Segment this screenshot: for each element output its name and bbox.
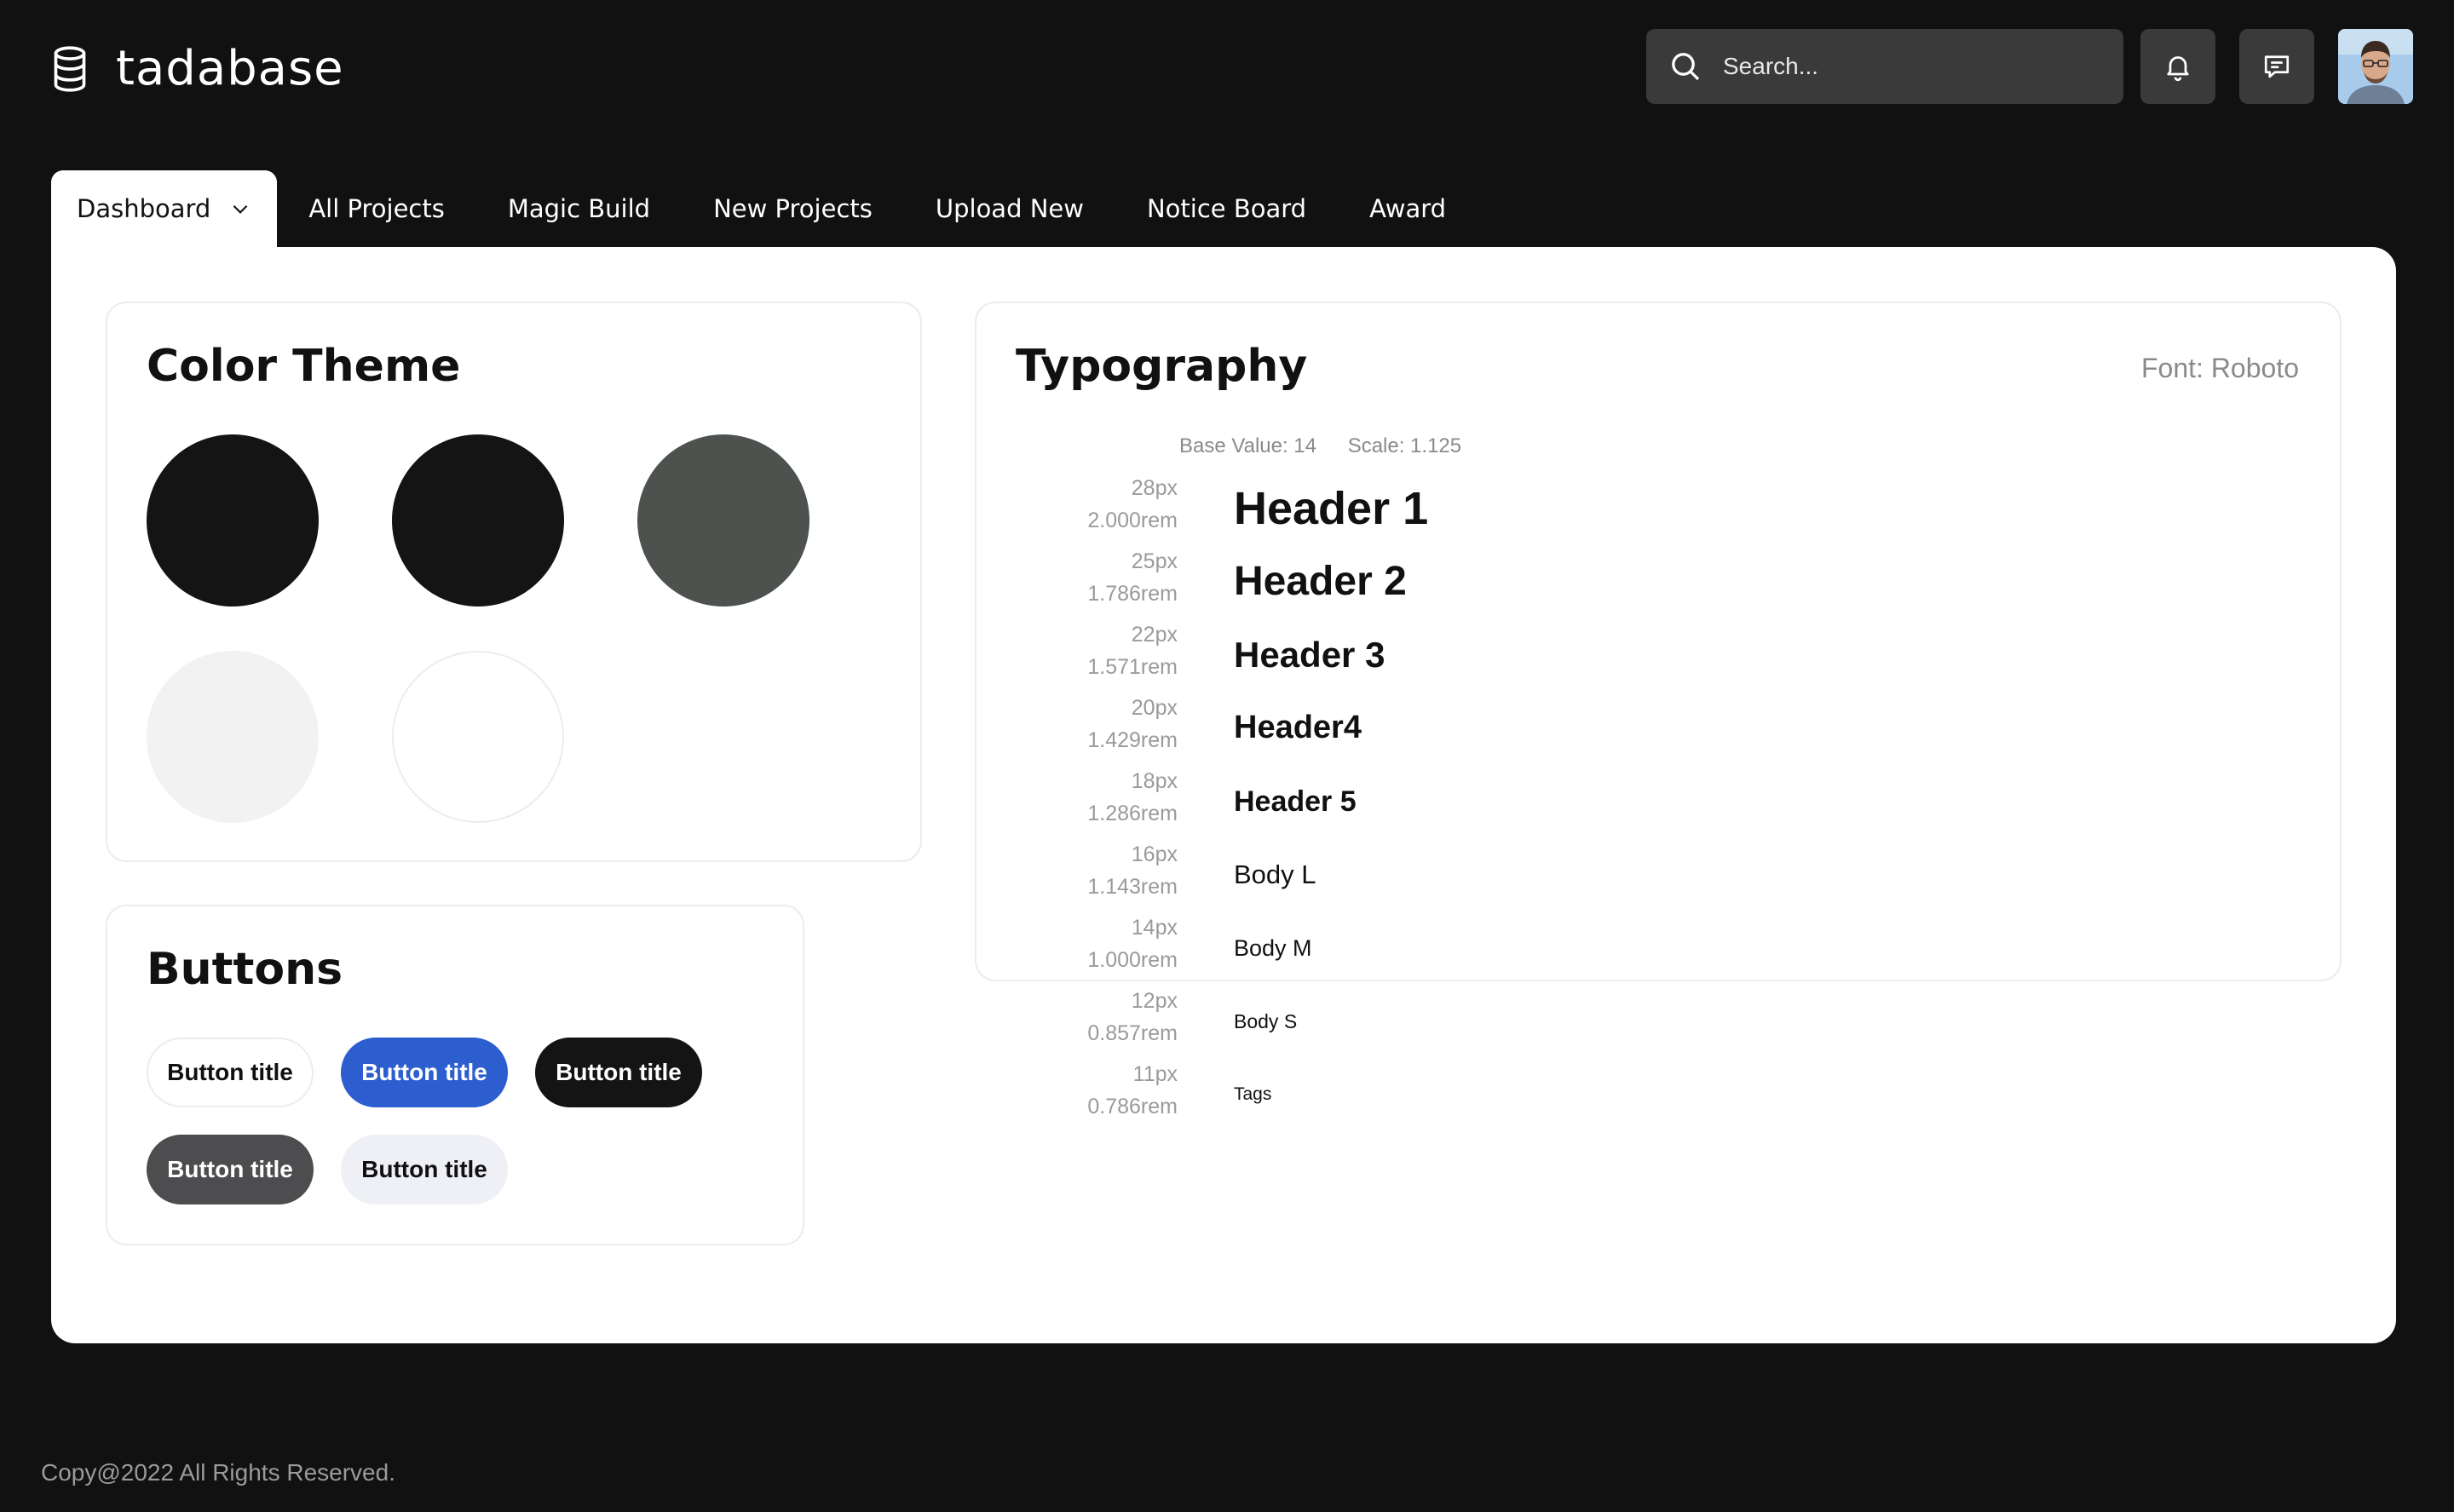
tab-label: Magic Build — [507, 194, 651, 223]
tab-label: All Projects — [308, 194, 445, 223]
tab-label: Upload New — [935, 194, 1084, 223]
type-row: 25px 1.786rem Header 2 — [1031, 545, 2309, 618]
type-rem-value: 1.286rem — [1087, 802, 1178, 825]
user-avatar[interactable] — [2338, 29, 2413, 104]
type-sample: Header 5 — [1234, 785, 1357, 818]
type-row: 14px 1.000rem Body M — [1031, 911, 2309, 985]
type-px-value: 11px — [1132, 1062, 1178, 1086]
color-theme-card: Color Theme — [106, 302, 922, 862]
type-rem-value: 1.429rem — [1087, 728, 1178, 752]
type-size-meta: 20px 1.429rem — [1031, 692, 1178, 756]
brand-name: tadabase — [116, 41, 344, 96]
type-rem-value: 1.786rem — [1087, 582, 1178, 606]
type-size-meta: 22px 1.571rem — [1031, 618, 1178, 683]
type-px-value: 14px — [1131, 916, 1178, 940]
color-swatch-2[interactable] — [392, 434, 564, 607]
tab-label: New Projects — [713, 194, 873, 223]
tab-award[interactable]: Award — [1338, 170, 1478, 247]
color-swatch-3[interactable] — [637, 434, 809, 607]
type-sample: Body L — [1234, 859, 1316, 890]
type-row: 22px 1.571rem Header 3 — [1031, 618, 2309, 692]
tab-label: Dashboard — [77, 194, 211, 223]
top-bar: tadabase — [0, 0, 2454, 132]
notifications-button[interactable] — [2140, 29, 2215, 104]
type-size-meta: 25px 1.786rem — [1031, 545, 1178, 610]
database-icon — [54, 45, 86, 92]
messages-button[interactable] — [2239, 29, 2314, 104]
type-size-meta: 18px 1.286rem — [1031, 765, 1178, 830]
type-px-value: 22px — [1131, 623, 1178, 647]
font-name-label: Font: Roboto — [2141, 353, 2299, 383]
type-px-value: 12px — [1131, 989, 1178, 1013]
type-rem-value: 1.143rem — [1087, 875, 1178, 899]
brand-logo[interactable]: tadabase — [51, 41, 344, 96]
type-px-value: 20px — [1131, 696, 1178, 720]
base-scale-row: Base Value: 14 Scale: 1.125 — [1179, 434, 1487, 458]
type-sample: Body S — [1234, 1010, 1298, 1033]
tab-dashboard[interactable]: Dashboard — [51, 170, 278, 247]
tab-upload-new[interactable]: Upload New — [904, 170, 1115, 247]
type-size-meta: 11px 0.786rem — [1031, 1058, 1178, 1123]
tab-all-projects[interactable]: All Projects — [277, 170, 476, 247]
type-size-meta: 14px 1.000rem — [1031, 911, 1178, 976]
search-input[interactable] — [1721, 52, 2100, 81]
search-icon — [1672, 53, 1700, 81]
tab-label: Award — [1369, 194, 1447, 223]
type-px-value: 16px — [1131, 842, 1178, 866]
sample-button-gray[interactable]: Button title — [147, 1135, 314, 1204]
footer-copyright: Copy@2022 All Rights Reserved. — [41, 1459, 395, 1486]
chevron-down-icon — [233, 204, 248, 214]
typography-card: Typography Font: Roboto Base Value: 14 S… — [975, 302, 2342, 1118]
scale-label: Scale: 1.125 — [1347, 434, 1462, 457]
type-row: 20px 1.429rem Header4 — [1031, 692, 2309, 765]
type-sample: Header4 — [1234, 710, 1362, 746]
search-bar[interactable] — [1646, 29, 2123, 104]
color-swatch-5[interactable] — [392, 651, 564, 823]
type-rem-value: 0.857rem — [1087, 1021, 1178, 1045]
type-sample: Header 2 — [1234, 559, 1407, 605]
type-size-meta: 28px 2.000rem — [1031, 472, 1178, 537]
type-size-meta: 16px 1.143rem — [1031, 838, 1178, 903]
user-avatar-icon — [2338, 29, 2413, 104]
type-sample: Tags — [1234, 1084, 1272, 1105]
color-swatch-1[interactable] — [147, 434, 319, 607]
buttons-title: Buttons — [147, 944, 343, 995]
type-rem-value: 1.571rem — [1087, 655, 1178, 679]
type-sample: Header 1 — [1234, 482, 1429, 534]
type-row: 16px 1.143rem Body L — [1031, 838, 2309, 911]
type-size-meta: 12px 0.857rem — [1031, 985, 1178, 1049]
type-row: 12px 0.857rem Body S — [1031, 985, 2309, 1058]
tab-label: Notice Board — [1146, 194, 1307, 223]
sample-button-black[interactable]: Button title — [535, 1038, 702, 1107]
type-rem-value: 1.000rem — [1087, 948, 1178, 972]
typography-title: Typography — [1016, 341, 1308, 392]
type-sample: Body M — [1234, 934, 1312, 961]
type-px-value: 25px — [1131, 549, 1178, 573]
tab-notice-board[interactable]: Notice Board — [1115, 170, 1338, 247]
base-value-label: Base Value: 14 — [1179, 434, 1317, 457]
sample-button-light[interactable]: Button title — [341, 1135, 508, 1204]
bell-icon — [2167, 56, 2189, 82]
sample-button-blue[interactable]: Button title — [341, 1038, 508, 1107]
buttons-card: Buttons Button title Button title Button… — [106, 905, 804, 1245]
type-row: 28px 2.000rem Header 1 — [1031, 472, 2309, 545]
message-icon — [2264, 55, 2290, 78]
type-rem-value: 2.000rem — [1087, 509, 1178, 532]
nav-tabs: Dashboard All Projects Magic Build New P… — [51, 170, 1478, 247]
color-swatch-4[interactable] — [147, 651, 319, 823]
type-row: 11px 0.786rem Tags — [1031, 1058, 2309, 1131]
type-px-value: 18px — [1131, 769, 1178, 793]
color-theme-title: Color Theme — [147, 341, 461, 392]
type-px-value: 28px — [1131, 476, 1178, 500]
tab-new-projects[interactable]: New Projects — [682, 170, 904, 247]
type-row: 18px 1.286rem Header 5 — [1031, 765, 2309, 838]
tab-magic-build[interactable]: Magic Build — [476, 170, 682, 247]
main-panel: Color Theme Buttons Button title Button … — [51, 247, 2396, 1343]
sample-button-white[interactable]: Button title — [147, 1038, 314, 1107]
type-rem-value: 0.786rem — [1087, 1095, 1178, 1118]
type-sample: Header 3 — [1234, 634, 1385, 675]
